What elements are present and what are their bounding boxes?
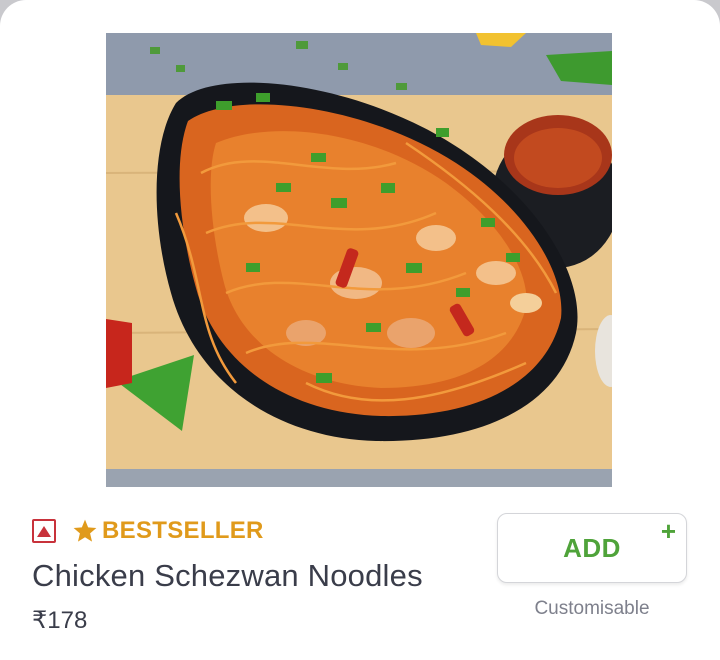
dish-name: Chicken Schezwan Noodles bbox=[32, 558, 423, 593]
menu-item-card: BESTSELLER Chicken Schezwan Noodles ₹178… bbox=[0, 0, 720, 660]
add-button-label: ADD bbox=[563, 532, 621, 563]
non-veg-triangle-icon bbox=[37, 525, 51, 537]
star-icon bbox=[73, 519, 97, 542]
bestseller-badge: BESTSELLER bbox=[102, 517, 264, 544]
badge-row: BESTSELLER bbox=[32, 514, 264, 548]
customisable-note: Customisable bbox=[534, 598, 650, 619]
non-veg-icon bbox=[32, 519, 56, 543]
plus-icon: + bbox=[660, 516, 676, 546]
dish-price: ₹178 bbox=[32, 607, 88, 634]
add-button[interactable]: ADD + bbox=[497, 513, 687, 583]
dish-image[interactable] bbox=[106, 33, 612, 487]
